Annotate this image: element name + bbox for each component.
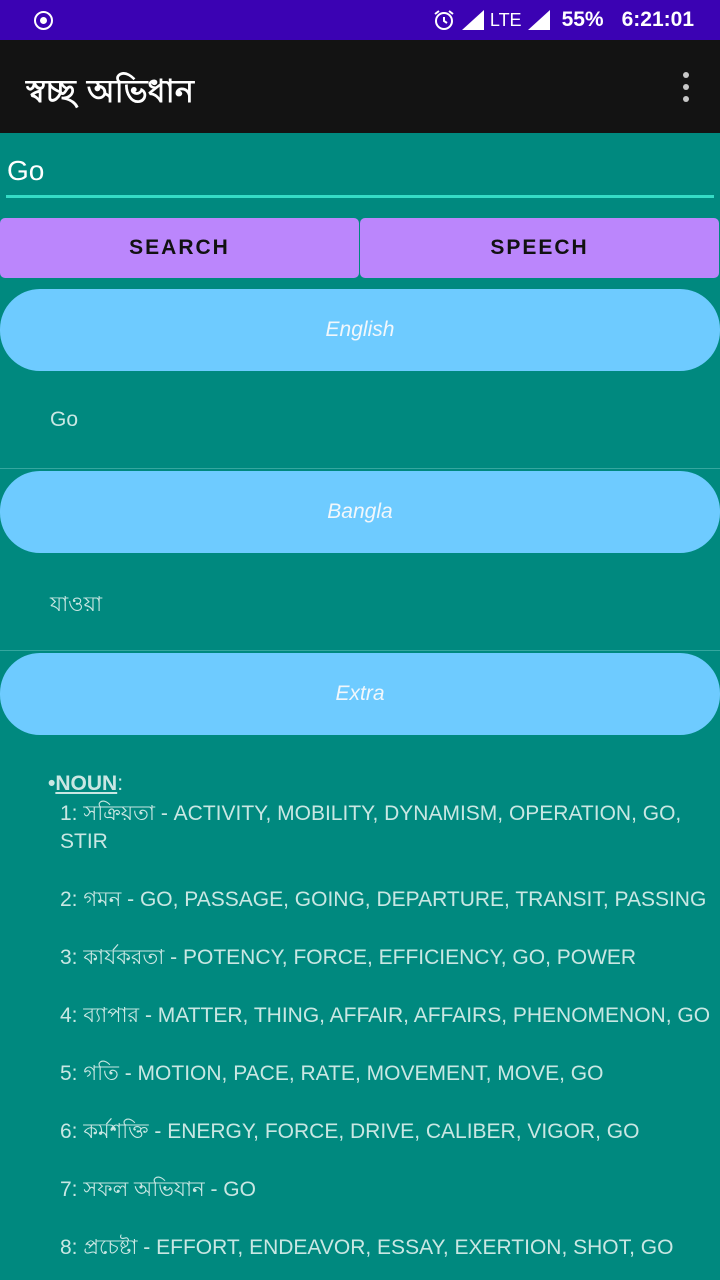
status-bar-right: LTE 55% 6:21:01 [432,0,694,40]
definition-list: 1: সক্রিয়তা - ACTIVITY, MOBILITY, DYNAM… [60,800,716,1262]
more-vert-icon[interactable] [680,72,692,102]
definition-item: 7: সফল অভিযান - GO [60,1178,256,1201]
search-input[interactable] [6,146,714,198]
app-toolbar: স্বচ্ছ অভিধান [0,40,720,133]
signal-icon [461,10,484,30]
overflow-dot [683,72,689,78]
search-button[interactable]: SEARCH [0,218,359,278]
signal-icon [527,10,550,30]
divider [0,468,720,469]
app-title: স্বচ্ছ অভিধান [26,72,194,110]
definition-item: 5: গতি - MOTION, PACE, RATE, MOVEMENT, M… [60,1062,604,1085]
network-type: LTE [489,9,522,30]
bangla-header[interactable]: Bangla [0,471,720,553]
alarm-icon [434,10,454,30]
definition-item: 4: ব্যাপার - MATTER, THING, AFFAIR, AFFA… [60,1004,711,1027]
english-header[interactable]: English [0,289,720,371]
definition-item: 3: কার্যকরতা - POTENCY, FORCE, EFFICIENC… [60,946,637,969]
overflow-dot [683,96,689,102]
pos-suffix: : [117,772,124,795]
speech-button[interactable]: SPEECH [360,218,719,278]
definition-item: 6: কর্মশক্তি - ENERGY, FORCE, DRIVE, CAL… [60,1120,640,1143]
extra-definitions: •NOUN: 1: সক্রিয়তা - ACTIVITY, MOBILITY… [48,770,716,1280]
clock: 6:21:01 [621,8,694,31]
status-bar: LTE 55% 6:21:01 [0,0,720,40]
definition-item: 8: প্রচেষ্টা - EFFORT, ENDEAVOR, ESSAY, … [60,1236,674,1259]
battery-level: 55% [561,8,604,31]
definition-item: 1: সক্রিয়তা - ACTIVITY, MOBILITY, DYNAM… [60,802,682,853]
extra-header[interactable]: Extra [0,653,720,735]
overflow-dot [683,84,689,90]
part-of-speech-line: •NOUN: [48,770,716,798]
part-of-speech: NOUN [55,772,118,795]
divider [0,650,720,651]
bangla-result: যাওয়া [50,593,103,616]
english-result: Go [50,408,79,431]
radio-target-icon [34,11,53,30]
definition-item: 2: গমন - GO, PASSAGE, GOING, DEPARTURE, … [60,888,707,911]
